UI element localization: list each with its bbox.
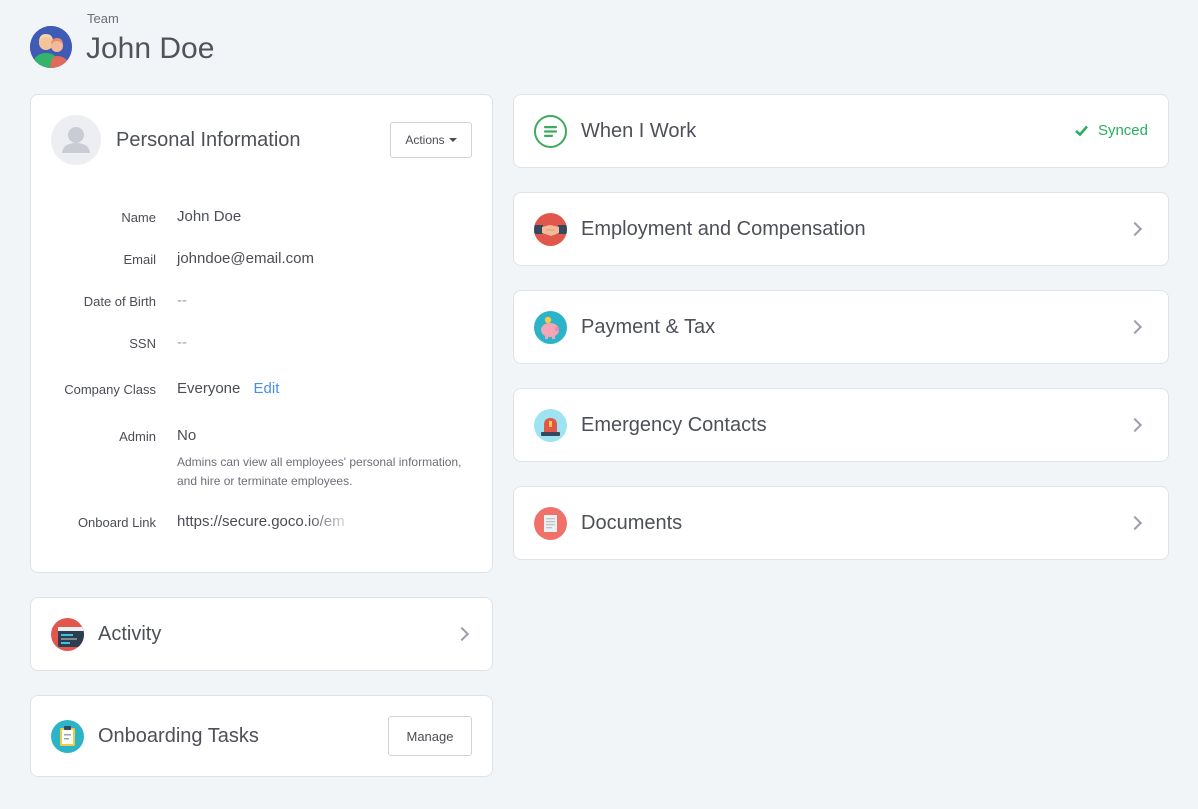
piggy-bank-icon [534,311,567,344]
activity-title: Activity [98,623,162,645]
checkmark-icon [1075,125,1088,136]
admin-note: Admins can view all employees' personal … [177,455,462,488]
onboarding-tasks-card: Onboarding Tasks Manage [30,695,493,777]
actions-dropdown-button[interactable]: Actions [390,122,472,158]
documents-title: Documents [581,512,683,534]
handshake-icon [534,213,567,246]
breadcrumb[interactable]: Team [87,11,119,26]
company-class-label: Company Class [64,382,156,397]
ssn-value: -- [177,334,187,351]
activity-card[interactable]: Activity [30,597,493,671]
when-i-work-title: When I Work [581,120,697,142]
chevron-right-icon [1127,319,1143,335]
documents-card[interactable]: Documents [513,486,1169,560]
actions-label: Actions [405,133,445,147]
emergency-contacts-title: Emergency Contacts [581,414,767,436]
email-label: Email [123,252,156,267]
onboard-link-label: Onboard Link [77,515,156,530]
team-avatar-icon [30,26,72,68]
user-placeholder-icon [51,115,101,165]
employment-compensation-card[interactable]: Employment and Compensation [513,192,1169,266]
emergency-contacts-card[interactable]: Emergency Contacts [513,388,1169,462]
company-class-value: Everyone [177,380,241,397]
name-value: John Doe [177,208,242,225]
company-class-row: Everyone Edit [177,380,279,397]
edit-company-class-link[interactable]: Edit [254,380,280,397]
onboard-link-value[interactable]: https://secure.goco.io/em [177,513,357,530]
page-title: John Doe [86,32,215,65]
siren-icon [534,409,567,442]
clipboard-icon [51,720,84,753]
payment-tax-title: Payment & Tax [581,316,716,338]
name-label: Name [121,210,156,225]
personal-information-card: Personal Information Actions Name John D… [30,94,493,573]
activity-icon [51,618,84,651]
sync-status-label: Synced [1097,122,1148,139]
sync-status: Synced [1075,122,1148,139]
personal-information-title: Personal Information [116,129,301,151]
payment-tax-card[interactable]: Payment & Tax [513,290,1169,364]
chevron-right-icon [1127,515,1143,531]
date-of-birth-value: -- [177,292,187,309]
employment-compensation-title: Employment and Compensation [581,218,866,240]
chevron-right-icon [1127,417,1143,433]
chevron-right-icon [1127,221,1143,237]
email-value: johndoe@email.com [177,250,314,267]
when-i-work-card[interactable]: When I Work Synced [513,94,1169,168]
chevron-right-icon [454,626,470,642]
onboarding-tasks-title: Onboarding Tasks [98,725,259,747]
admin-value: No [177,427,197,444]
document-icon [534,507,567,540]
manage-button[interactable]: Manage [388,716,472,756]
ssn-label: SSN [129,336,156,351]
date-of-birth-label: Date of Birth [83,294,156,309]
when-i-work-icon [534,115,567,148]
admin-label: Admin [119,429,156,444]
caret-down-icon [448,138,457,142]
